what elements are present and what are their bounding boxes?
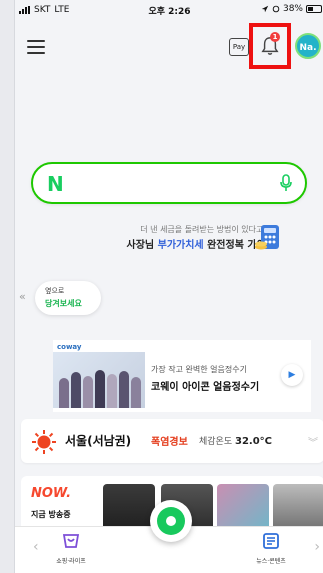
naver-logo: N bbox=[47, 172, 64, 196]
weather-alert: 폭염경보 bbox=[151, 437, 188, 448]
nav-news-contents[interactable]: 뉴스·콘텐츠 bbox=[251, 533, 291, 565]
alarm-icon bbox=[272, 5, 280, 13]
phone-screen: SKT LTE 오후 2:26 38% Pay 1 Na. N 더 낸 세금을 … bbox=[14, 0, 323, 573]
search-bar[interactable]: N bbox=[31, 162, 307, 204]
ad-subtitle: 가장 작고 완벽한 얼음정수기 bbox=[151, 365, 247, 374]
coway-ad-banner[interactable]: coway 가장 작고 완벽한 얼음정수기 코웨이 아이콘 얼음정수기 ▶ bbox=[53, 340, 311, 412]
now-subtitle: 지금 방송중 bbox=[31, 510, 71, 519]
ad-photo bbox=[53, 352, 145, 408]
swipe-hint-line1: 옆으로 bbox=[45, 287, 65, 295]
weather-feel-value: 32.0°C bbox=[235, 436, 273, 447]
news-icon bbox=[263, 533, 279, 549]
pay-button[interactable]: Pay bbox=[229, 38, 249, 56]
tax-promo-prefix: 사장님 bbox=[126, 240, 158, 251]
swipe-hint-line2: 당겨보세요 bbox=[45, 299, 82, 308]
notification-badge: 1 bbox=[270, 32, 280, 42]
expand-icon[interactable]: ︾ bbox=[308, 434, 318, 449]
microphone-icon[interactable] bbox=[279, 174, 293, 192]
search-input[interactable] bbox=[73, 172, 263, 194]
live-thumbnail[interactable] bbox=[273, 484, 323, 532]
status-bar: SKT LTE 오후 2:26 38% bbox=[15, 0, 323, 20]
pay-label: Pay bbox=[232, 43, 246, 51]
notification-highlight-box[interactable]: 1 bbox=[249, 23, 291, 69]
calculator-icon bbox=[255, 225, 279, 250]
ad-brand-logo: coway bbox=[57, 343, 82, 351]
battery-percent: 38% bbox=[282, 4, 303, 14]
battery-icon bbox=[306, 5, 322, 13]
avatar[interactable]: Na. bbox=[295, 33, 321, 59]
play-icon[interactable]: ▶ bbox=[281, 364, 303, 386]
nav-shopping-life[interactable]: 쇼핑·라이프 bbox=[51, 533, 91, 565]
weather-city: 서울(서남권) bbox=[65, 434, 132, 448]
tax-promo-highlight: 부가가치세 bbox=[157, 240, 204, 251]
weather-feel-label: 체감온도 bbox=[199, 437, 233, 447]
live-thumbnail[interactable] bbox=[217, 484, 269, 532]
nav-shopping-label: 쇼핑·라이프 bbox=[56, 558, 86, 565]
shopping-icon bbox=[62, 534, 80, 548]
location-icon bbox=[261, 5, 269, 13]
sun-icon bbox=[32, 430, 56, 454]
weather-feel: 체감온도 32.0°C bbox=[199, 434, 272, 447]
live-thumbnail[interactable] bbox=[103, 484, 155, 532]
swipe-hint-bubble[interactable]: 옆으로 당겨보세요 bbox=[35, 281, 101, 315]
green-dot-button[interactable] bbox=[150, 500, 192, 542]
nav-right-arrow-icon[interactable]: › bbox=[314, 539, 320, 555]
swipe-left-arrow-icon: « bbox=[19, 290, 26, 303]
weather-card[interactable]: 서울(서남권) 폭염경보 체감온도 32.0°C ︾ bbox=[21, 419, 323, 463]
now-logo: NOW. bbox=[31, 486, 72, 501]
nav-news-label: 뉴스·콘텐츠 bbox=[256, 558, 286, 565]
ad-title: 코웨이 아이콘 얼음정수기 bbox=[151, 382, 260, 393]
nav-left-arrow-icon[interactable]: ‹ bbox=[33, 539, 39, 555]
hamburger-menu-icon[interactable] bbox=[27, 40, 45, 54]
